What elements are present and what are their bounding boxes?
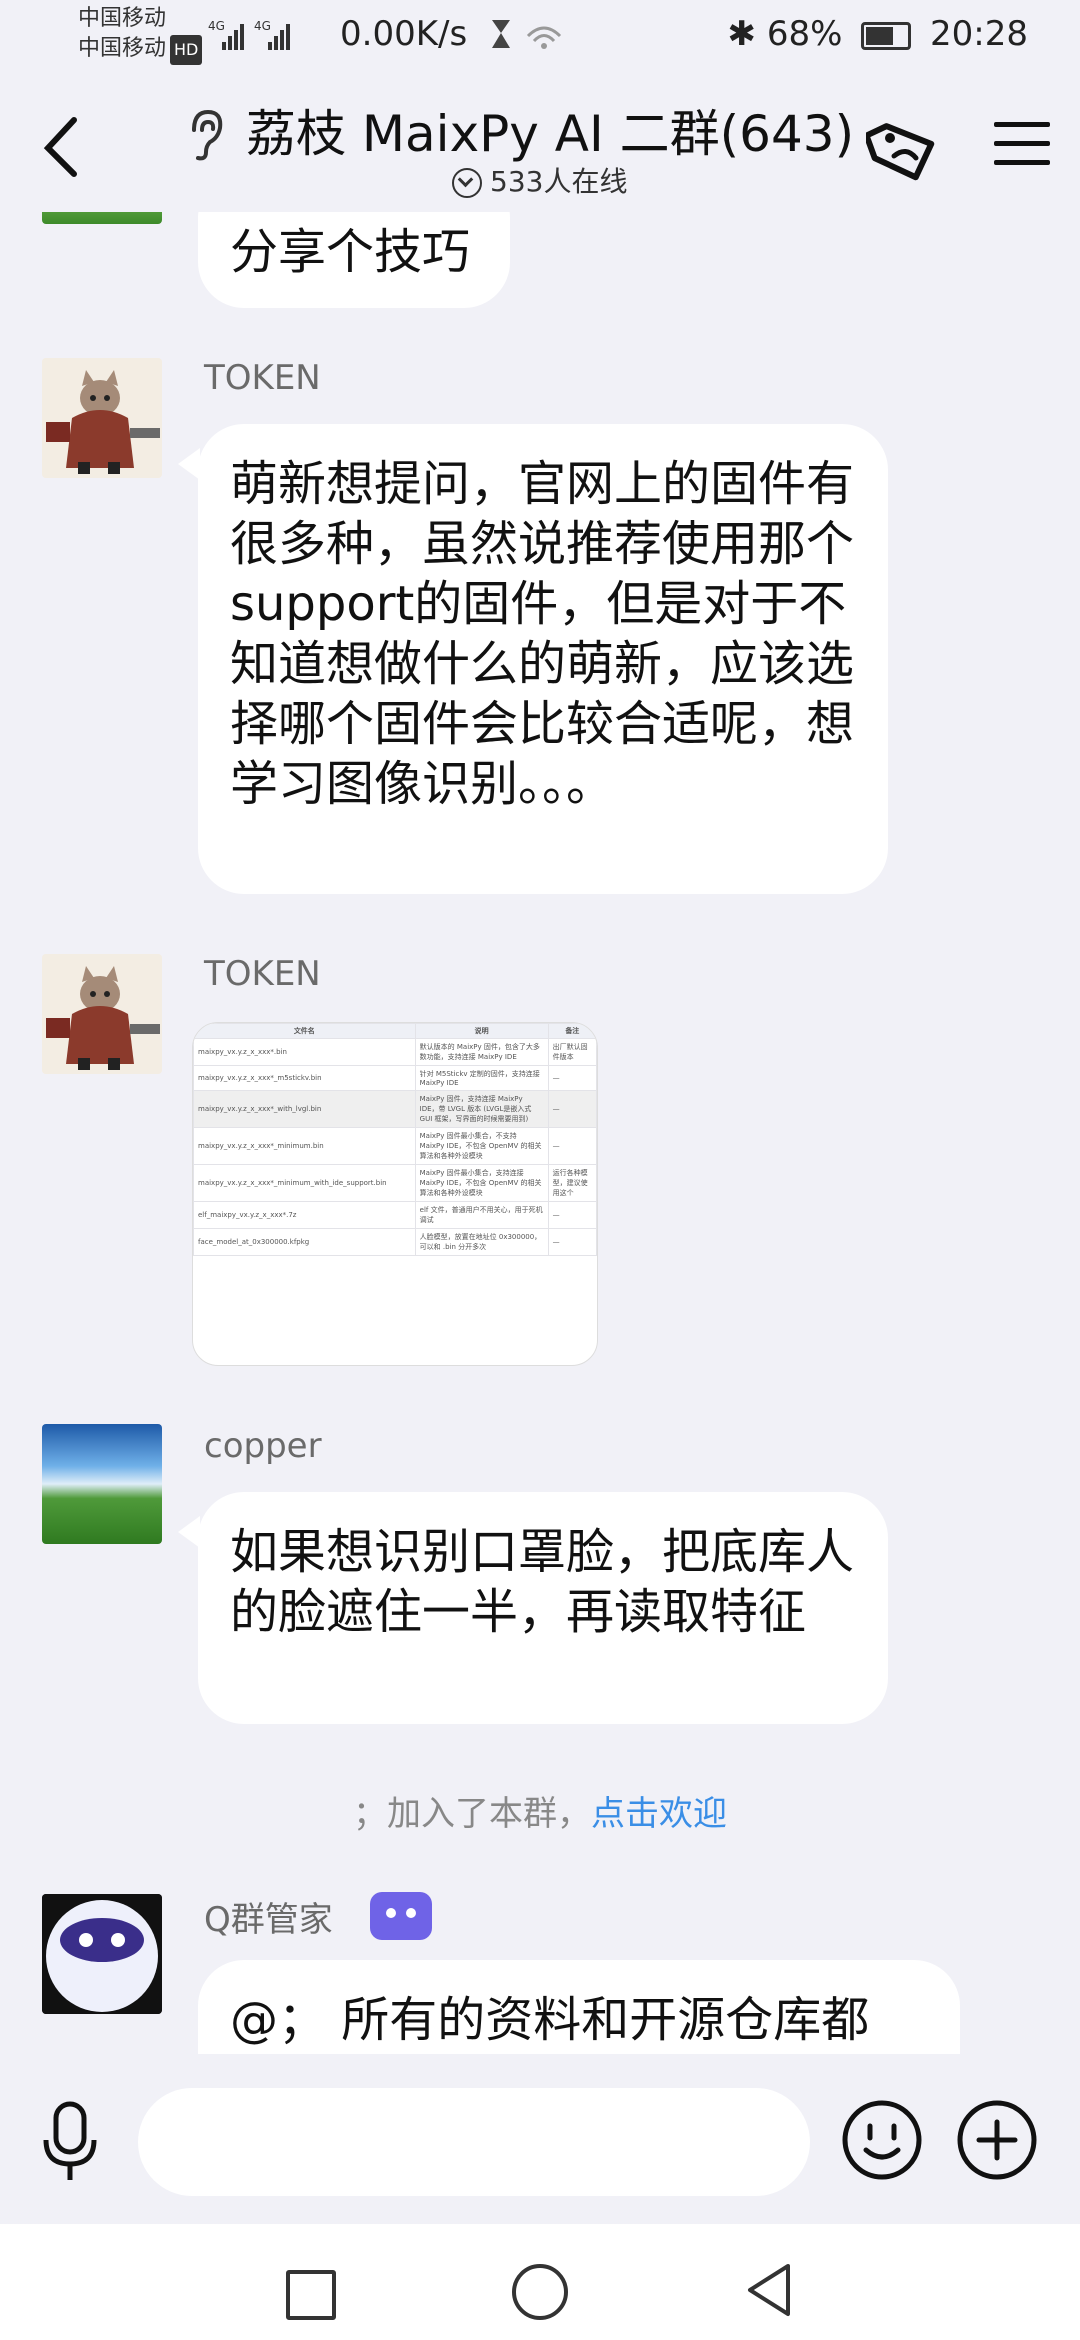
online-count[interactable]: 533人在线 — [452, 160, 627, 200]
sender-name[interactable]: Q群管家 — [204, 1892, 333, 1941]
robot-icon — [370, 1892, 432, 1940]
nav-back-button[interactable] — [744, 2262, 794, 2318]
group-title[interactable]: 荔枝 MaixPy AI 二群(643) — [246, 94, 854, 166]
message-bubble[interactable]: 分享个技巧 — [198, 212, 511, 308]
table-cell: 出厂默认固件版本 — [547, 1038, 597, 1066]
sender-name[interactable]: copper — [204, 1426, 322, 1466]
avatar[interactable] — [42, 954, 162, 1074]
back-button[interactable] — [36, 112, 86, 182]
table-cell: — — [547, 1228, 597, 1256]
system-nav-bar — [0, 2224, 1080, 2340]
table-header: 说明 — [414, 1023, 549, 1039]
clock: 20:28 — [930, 14, 1028, 54]
table-cell: maixpy_vx.y.z_x_xxx*_m5stickv.bin — [193, 1065, 416, 1091]
avatar[interactable] — [42, 212, 162, 224]
table-row: maixpy_vx.y.z_x_xxx*_minimum_with_ide_su… — [193, 1164, 597, 1202]
bluetooth-icon: ✱ — [727, 14, 757, 54]
table-cell: — — [547, 1090, 597, 1128]
recents-button[interactable] — [286, 2270, 336, 2320]
message-text: 萌新想提问，官网上的固件有很多种，虽然说推荐使用那个support的固件，但是对… — [230, 456, 855, 812]
welcome-link[interactable]: 点击欢迎 — [591, 1794, 727, 1834]
table-row: maixpy_vx.y.z_x_xxx*_minimum.bin MaixPy 固… — [193, 1127, 597, 1165]
table-header: 备注 — [547, 1023, 597, 1039]
table-cell: — — [547, 1065, 597, 1091]
avatar[interactable] — [42, 1894, 162, 2014]
table-cell: face_model_at_0x300000.kfpkg — [193, 1228, 416, 1256]
firmware-table: 文件名 说明 备注 maixpy_vx.y.z_x_xxx*.bin 默认版本的 Ma… — [193, 1023, 597, 1256]
status-bar: 中国移动 中国移动 HD 4G 4G 0.00K/s ✱ 68% 20:28 — [0, 0, 1080, 72]
net-speed: 0.00K/s — [340, 14, 468, 54]
sender-name[interactable]: TOKEN — [204, 954, 321, 994]
message-bubble[interactable]: 萌新想提问，官网上的固件有很多种，虽然说推荐使用那个support的固件，但是对… — [198, 424, 888, 894]
message-bubble[interactable]: 如果想识别口罩脸，把底库人的脸遮住一半，再读取特征 — [198, 1492, 888, 1724]
table-cell: 针对 M5Stickv 定制的固件，支持连接 MaixPy IDE — [414, 1065, 549, 1091]
avatar[interactable] — [42, 358, 162, 478]
hd-badge: HD — [170, 35, 203, 65]
battery-icon — [861, 21, 912, 50]
table-cell: 运行各种模型，建议使用这个 — [547, 1164, 597, 1202]
hourglass-icon — [488, 16, 568, 60]
emoji-icon[interactable] — [840, 2098, 924, 2182]
table-row: face_model_at_0x300000.kfpkg 人脸模型，放置在地址位 … — [193, 1228, 597, 1256]
tag-icon[interactable] — [863, 114, 940, 188]
table-cell: 默认版本的 MaixPy 固件，包含了大多数功能，支持连接 MaixPy IDE — [414, 1038, 549, 1066]
chat-area[interactable]: 分享个技巧 TOKEN 萌新想提问，官网上的固件有很多种，虽然说推荐使用那个su… — [0, 212, 1080, 2054]
table-row: maixpy_vx.y.z_x_xxx*_with_lvgl.bin MaixPy… — [193, 1090, 597, 1128]
table-cell: MaixPy 固件，支持连接 MaixPy IDE，带 LVGL 版本 (LVG… — [414, 1090, 549, 1128]
table-cell: — — [547, 1201, 597, 1229]
table-row: maixpy_vx.y.z_x_xxx*.bin 默认版本的 MaixPy 固件，… — [193, 1038, 597, 1066]
chat-header: 荔枝 MaixPy AI 二群(643) 533人在线 — [0, 72, 1080, 212]
carrier-2: 中国移动 — [78, 36, 167, 61]
avatar[interactable] — [42, 1424, 162, 1544]
bubble-tail — [178, 1516, 200, 1548]
message-text: @； 所有的资料和开源仓库都 — [230, 1992, 870, 2048]
svg-text:4G: 4G — [208, 19, 225, 33]
table-header: 文件名 — [193, 1023, 416, 1039]
menu-button[interactable] — [994, 122, 1050, 172]
chevron-down-circle-icon — [452, 168, 482, 198]
chevron-left-icon — [43, 117, 77, 177]
online-count-text: 533人在线 — [490, 165, 628, 198]
microphone-icon[interactable] — [40, 2100, 100, 2184]
message-text: 分享个技巧 — [230, 224, 471, 280]
battery-percent: 68% — [766, 14, 843, 54]
ear-icon[interactable] — [186, 108, 226, 164]
table-cell: maixpy_vx.y.z_x_xxx*_minimum_with_ide_su… — [193, 1164, 416, 1202]
table-cell: elf_maixpy_vx.y.z_x_xxx*.7z — [193, 1201, 416, 1229]
table-row: maixpy_vx.y.z_x_xxx*_m5stickv.bin 针对 M5St… — [193, 1065, 597, 1091]
message-text: 如果想识别口罩脸，把底库人的脸遮住一半，再读取特征 — [230, 1524, 855, 1640]
bubble-tail — [178, 448, 200, 480]
carrier-1: 中国移动 — [78, 6, 167, 31]
table-cell: MaixPy 固件最小集合，不支持 MaixPy IDE，不包含 OpenMV … — [414, 1127, 549, 1165]
triangle-back-icon — [748, 2264, 790, 2316]
battery-level — [866, 26, 894, 45]
table-cell: 人脸模型，放置在地址位 0x300000，可以和 .bin 分开多次 — [414, 1228, 549, 1256]
table-cell: — — [547, 1127, 597, 1165]
signal-icon: 4G 4G — [208, 18, 318, 57]
sender-name[interactable]: TOKEN — [204, 358, 321, 398]
status-right: ✱ 68% 20:28 — [728, 14, 1029, 54]
svg-text:4G: 4G — [254, 19, 271, 33]
message-input[interactable] — [138, 2088, 810, 2196]
table-cell: MaixPy 固件最小集合，支持连接 MaixPy IDE，不包含 OpenMV… — [414, 1164, 549, 1202]
table-row: elf_maixpy_vx.y.z_x_xxx*.7z elf 文件，普通用户不用… — [193, 1201, 597, 1229]
message-bubble[interactable]: @； 所有的资料和开源仓库都 — [198, 1960, 960, 2054]
notice-text: ；加入了本群， — [353, 1794, 591, 1834]
table-cell: maixpy_vx.y.z_x_xxx*_with_lvgl.bin — [193, 1090, 416, 1128]
image-message[interactable]: 文件名 说明 备注 maixpy_vx.y.z_x_xxx*.bin 默认版本的 Ma… — [192, 1022, 598, 1366]
carrier-info: 中国移动 中国移动 HD — [78, 4, 203, 65]
input-bar — [0, 2054, 1080, 2224]
plus-icon[interactable] — [955, 2098, 1039, 2182]
home-button[interactable] — [512, 2264, 568, 2320]
table-cell: elf 文件，普通用户不用关心，用于死机调试 — [414, 1201, 549, 1229]
table-cell: maixpy_vx.y.z_x_xxx*.bin — [193, 1038, 416, 1066]
system-notice: ；加入了本群，点击欢迎 — [0, 1786, 1080, 1835]
table-cell: maixpy_vx.y.z_x_xxx*_minimum.bin — [193, 1127, 416, 1165]
